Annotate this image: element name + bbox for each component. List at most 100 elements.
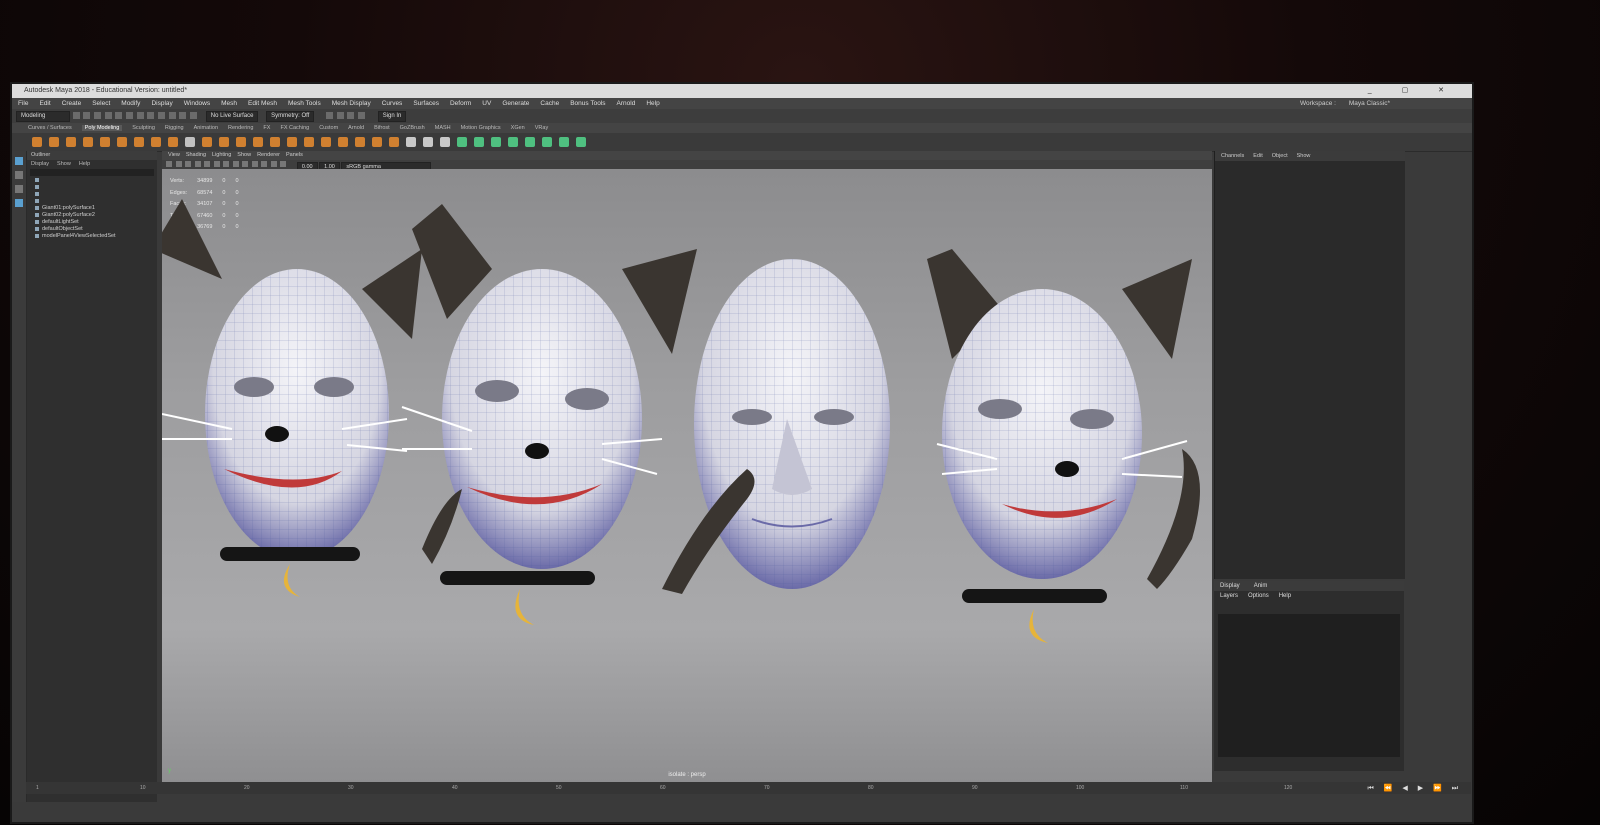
shelf-tab[interactable]: VRay <box>535 125 548 131</box>
shelf-tool-icon[interactable] <box>270 137 280 147</box>
shelf-tool-icon[interactable] <box>151 137 161 147</box>
viewport-menu-item[interactable]: Renderer <box>257 152 280 158</box>
snap-surface-icon[interactable] <box>190 112 198 119</box>
time-slider[interactable]: 1 10 20 30 40 50 60 70 80 90 100 110 120 <box>26 782 1471 794</box>
shelf-tool-icon[interactable] <box>372 137 382 147</box>
menu-item[interactable]: Bonus Tools <box>570 100 605 107</box>
shelf-tool-icon[interactable] <box>559 137 569 147</box>
shelf-tool-icon[interactable] <box>287 137 297 147</box>
menu-item[interactable]: Curves <box>382 100 403 107</box>
channel-menu-item[interactable]: Channels <box>1221 153 1244 159</box>
menu-item[interactable]: Surfaces <box>413 100 439 107</box>
shelf-tab[interactable]: XGen <box>511 125 525 131</box>
menu-item[interactable]: Edit <box>39 100 50 107</box>
outliner-menu-item[interactable]: Help <box>79 161 90 167</box>
select-object-icon[interactable] <box>136 112 144 119</box>
menu-item[interactable]: Help <box>646 100 659 107</box>
shelf-tool-icon[interactable] <box>66 137 76 147</box>
viewport-menu-item[interactable]: Panels <box>286 152 303 158</box>
shelf-tool-icon[interactable] <box>236 137 246 147</box>
open-scene-icon[interactable] <box>83 112 91 119</box>
layer-tab[interactable]: Display <box>1220 583 1240 589</box>
window-controls[interactable]: _ ▢ ✕ <box>1368 84 1458 98</box>
shelf-tool-icon[interactable] <box>219 137 229 147</box>
paint-select-icon[interactable] <box>15 185 23 193</box>
menu-item[interactable]: Select <box>92 100 110 107</box>
menu-item[interactable]: Edit Mesh <box>248 100 277 107</box>
layer-tab[interactable]: Anim <box>1254 583 1268 589</box>
shelf-tool-icon[interactable] <box>117 137 127 147</box>
live-surface-field[interactable]: No Live Surface <box>205 111 259 122</box>
viewport-menu-item[interactable]: View <box>168 152 180 158</box>
shelf-tab[interactable]: Bifrost <box>374 125 390 131</box>
layer-menu-item[interactable]: Help <box>1279 593 1291 599</box>
playback-controls[interactable]: ⏮ ⏪ ◀ ▶ ⏩ ⏭ <box>1367 784 1462 793</box>
shelf-tool-icon[interactable] <box>491 137 501 147</box>
shelf-tool-icon[interactable] <box>389 137 399 147</box>
save-scene-icon[interactable] <box>94 112 102 119</box>
outliner-row[interactable]: defaultLightSet <box>27 219 157 226</box>
outliner-search-input[interactable] <box>30 169 154 176</box>
shelf-tab[interactable]: Custom <box>319 125 338 131</box>
menu-item[interactable]: Create <box>62 100 82 107</box>
shelf-tab[interactable]: Poly Modeling <box>81 125 123 131</box>
menu-item[interactable]: Modify <box>121 100 140 107</box>
symmetry-field[interactable]: Symmetry: Off <box>266 111 315 122</box>
outliner-row[interactable]: Giant02:polySurface2 <box>27 212 157 219</box>
shelf-tool-icon[interactable] <box>304 137 314 147</box>
viewport-menu-item[interactable]: Show <box>237 152 251 158</box>
menu-item[interactable]: Display <box>151 100 172 107</box>
select-hierarchy-icon[interactable] <box>126 112 134 119</box>
texture-icon[interactable] <box>204 161 211 167</box>
workspace-selector[interactable]: Workspace : Maya Classic* <box>1300 98 1401 109</box>
shelf-tab[interactable]: Animation <box>194 125 218 131</box>
lights-icon[interactable] <box>213 161 220 167</box>
shelf-tool-icon[interactable] <box>185 137 195 147</box>
shelf-tool-icon[interactable] <box>168 137 178 147</box>
outliner-row[interactable] <box>27 198 157 205</box>
layer-list[interactable] <box>1218 614 1400 757</box>
snap-curve-icon[interactable] <box>168 112 176 119</box>
shelf-tab[interactable]: Rendering <box>228 125 253 131</box>
snap-point-icon[interactable] <box>179 112 187 119</box>
layer-menu-item[interactable]: Options <box>1248 593 1269 599</box>
outliner-row[interactable]: Giant01:polySurface1 <box>27 205 157 212</box>
shelf-tool-icon[interactable] <box>525 137 535 147</box>
select-component-icon[interactable] <box>147 112 155 119</box>
cat-mask-head-2[interactable] <box>401 204 697 625</box>
shelf-tool-icon[interactable] <box>253 137 263 147</box>
outliner-row[interactable] <box>27 184 157 191</box>
menu-item[interactable]: Windows <box>184 100 210 107</box>
outliner-menu-item[interactable]: Show <box>57 161 71 167</box>
shelf-tab[interactable]: Motion Graphics <box>461 125 501 131</box>
outliner-row[interactable]: defaultObjectSet <box>27 226 157 233</box>
select-tool-icon[interactable] <box>15 157 23 165</box>
ambient-occlusion-icon[interactable] <box>261 161 268 167</box>
new-scene-icon[interactable] <box>72 112 80 119</box>
redo-icon[interactable] <box>115 112 123 119</box>
sign-in-button[interactable]: Sign In <box>377 111 407 122</box>
shelf-tool-icon[interactable] <box>542 137 552 147</box>
anti-alias-icon[interactable] <box>270 161 277 167</box>
smooth-shade-icon[interactable] <box>194 161 201 167</box>
persp-viewport[interactable]: Verts:3489900Edges:6857400Faces:3410700T… <box>162 169 1212 782</box>
shelf-tool-icon[interactable] <box>423 137 433 147</box>
shelf-tool-icon[interactable] <box>457 137 467 147</box>
shelf-tab[interactable]: Arnold <box>348 125 364 131</box>
shelf-tool-icon[interactable] <box>202 137 212 147</box>
shelf-tool-icon[interactable] <box>576 137 586 147</box>
viewport-menu-item[interactable]: Lighting <box>212 152 231 158</box>
shelf-tool-icon[interactable] <box>321 137 331 147</box>
hypershade-icon[interactable] <box>358 112 366 119</box>
shelf-tab[interactable]: FX <box>263 125 270 131</box>
menu-item[interactable]: Mesh <box>221 100 237 107</box>
bare-mask-head[interactable] <box>662 259 890 594</box>
grid-icon[interactable] <box>175 161 182 167</box>
outliner-row[interactable] <box>27 191 157 198</box>
shelf-tool-icon[interactable] <box>440 137 450 147</box>
shelf-tool-icon[interactable] <box>49 137 59 147</box>
menu-item[interactable]: Cache <box>540 100 559 107</box>
ipr-render-icon[interactable] <box>336 112 344 119</box>
shelf-tool-icon[interactable] <box>100 137 110 147</box>
shelf-tool-icon[interactable] <box>474 137 484 147</box>
